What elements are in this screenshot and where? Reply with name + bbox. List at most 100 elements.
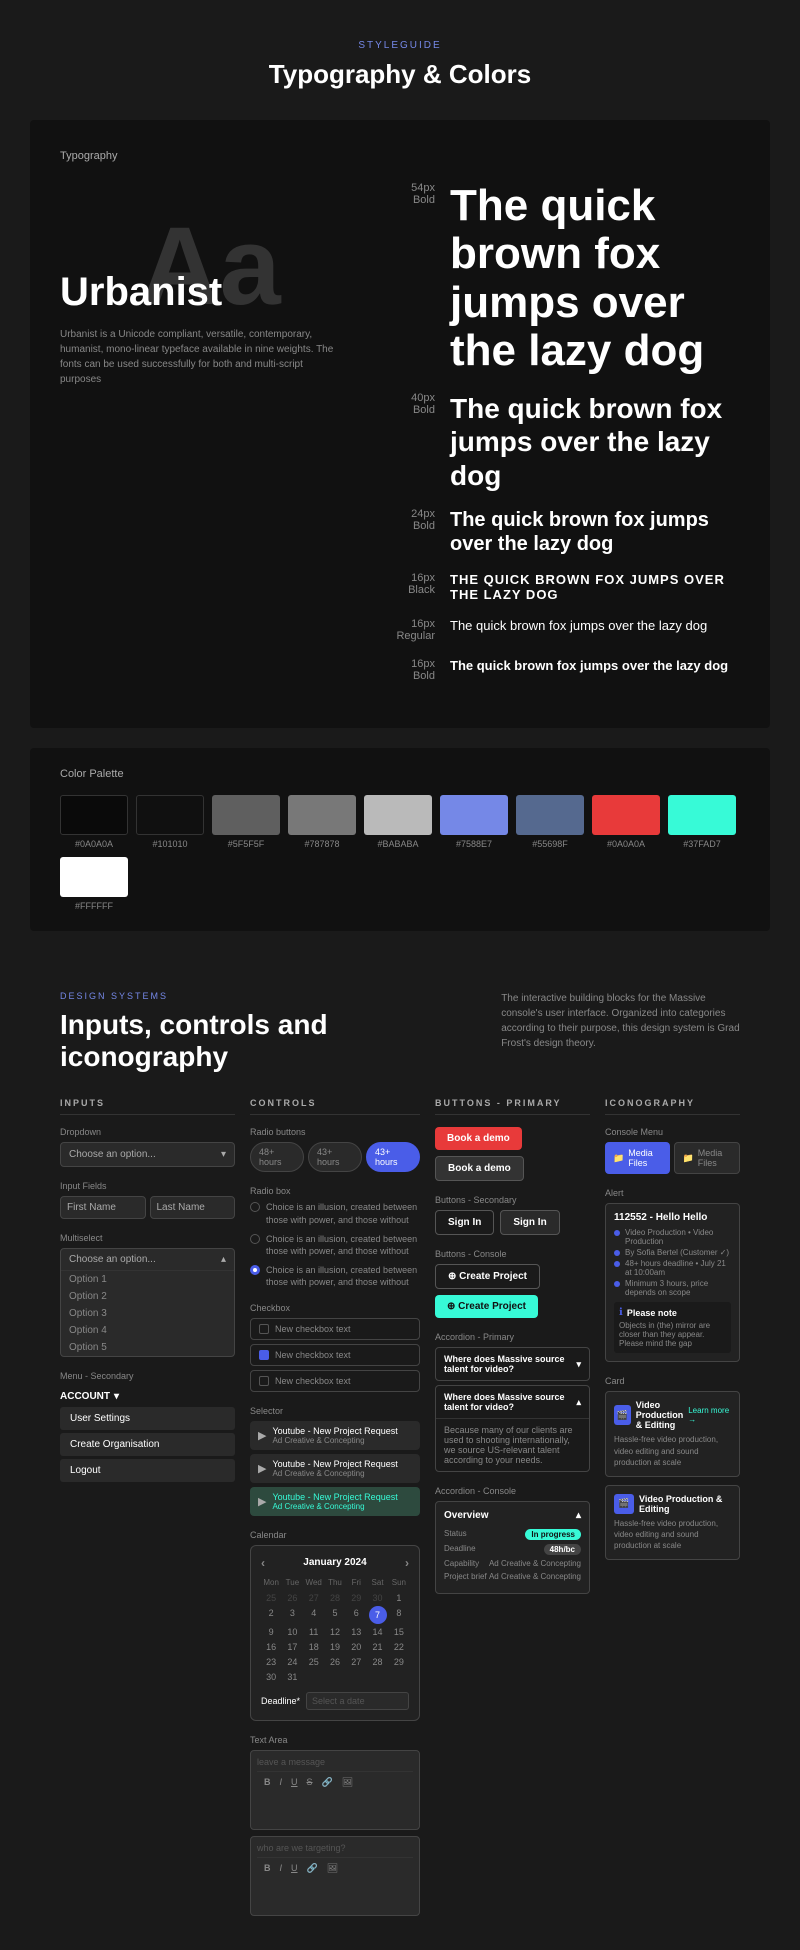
book-demo-button-2[interactable]: Book a demo	[435, 1156, 524, 1181]
alert-dot-3	[614, 1261, 620, 1267]
textarea-group: Text Area leave a message B I U S 🔗 🖼 wh…	[250, 1735, 420, 1916]
typography-section: Typography Aa Urbanist Urbanist is a Uni…	[30, 120, 770, 728]
last-name-input[interactable]: Last Name	[150, 1196, 236, 1219]
textarea-input-2[interactable]: who are we targeting? B I U 🔗 🖼	[250, 1836, 420, 1916]
underline-button-2[interactable]: U	[288, 1862, 301, 1875]
dropdown-group: Dropdown Choose an option... ▾	[60, 1127, 235, 1167]
selector-option-3-active[interactable]: ▶ Youtube - New Project Request Ad Creat…	[250, 1487, 420, 1516]
selector-option-2[interactable]: ▶ Youtube - New Project Request Ad Creat…	[250, 1454, 420, 1483]
accordion-console-header[interactable]: Overview ▴	[444, 1510, 581, 1521]
styleguide-label: STYLEGUIDE	[20, 40, 780, 51]
checkbox-option-3[interactable]: New checkbox text	[250, 1370, 420, 1392]
buttons-column: Buttons - Primary Book a demo Book a dem…	[435, 1098, 590, 1930]
chevron-up-icon: ▴	[576, 1510, 581, 1521]
typography-description: Urbanist is a Unicode compliant, versati…	[60, 327, 340, 387]
cal-next-button[interactable]: ›	[405, 1556, 409, 1570]
calendar-label: Calendar	[250, 1530, 420, 1540]
radio-option-1[interactable]: Choice is an illusion, created between t…	[250, 1201, 420, 1226]
card-label: Card	[605, 1376, 740, 1386]
checkbox-3[interactable]	[259, 1376, 269, 1386]
menu-item-user-settings[interactable]: User Settings	[60, 1407, 235, 1430]
list-item[interactable]: Option 5	[61, 1339, 234, 1356]
menu-secondary-group: Menu - Secondary ACCOUNT ▾ User Settings…	[60, 1371, 235, 1482]
card-learn-more-1[interactable]: Learn more →	[688, 1406, 731, 1424]
page-header: STYLEGUIDE Typography & Colors	[0, 0, 800, 120]
radio-pill-2[interactable]: 43+ hours	[308, 1142, 362, 1172]
swatch-3: #787878	[288, 795, 356, 849]
link-button-2[interactable]: 🔗	[304, 1862, 321, 1875]
chevron-down-icon: ▾	[576, 1359, 581, 1370]
create-project-button-2[interactable]: ⊕ Create Project	[435, 1295, 538, 1318]
swatch-6: #55698F	[516, 795, 584, 849]
input-fields-group: Input Fields First Name Last Name	[60, 1181, 235, 1219]
accordion-header-1[interactable]: Where does Massive source talent for vid…	[436, 1348, 589, 1380]
typography-left: Aa Urbanist Urbanist is a Unicode compli…	[60, 182, 340, 698]
strikethrough-button[interactable]: S	[304, 1776, 316, 1789]
console-buttons-label: Buttons - Console	[435, 1249, 590, 1259]
sign-in-button-2[interactable]: Sign In	[500, 1210, 559, 1235]
alert-title: 112552 - Hello Hello	[614, 1212, 731, 1223]
bold-button-2[interactable]: B	[261, 1862, 274, 1875]
selector-option-1[interactable]: ▶ Youtube - New Project Request Ad Creat…	[250, 1421, 420, 1450]
radio-button-2[interactable]	[250, 1234, 260, 1244]
list-item[interactable]: Option 1	[61, 1271, 234, 1288]
radio-option-2[interactable]: Choice is an illusion, created between t…	[250, 1233, 420, 1258]
color-swatches: #0A0A0A #101010 #5F5F5F #787878 #BABABA …	[60, 795, 740, 911]
list-item[interactable]: Option 2	[61, 1288, 234, 1305]
deadline-input[interactable]: Select a date	[306, 1692, 409, 1710]
checkbox-1[interactable]	[259, 1324, 269, 1334]
alert-box: 112552 - Hello Hello Video Production • …	[605, 1203, 740, 1362]
image-button-2[interactable]: 🖼	[324, 1862, 341, 1875]
alert-row-2: By Sofia Bertel (Customer ✓)	[614, 1248, 731, 1257]
table-row: Capability Ad Creative & Concepting	[444, 1559, 581, 1568]
folder-icon: 📁	[613, 1153, 624, 1164]
sign-in-button-1[interactable]: Sign In	[435, 1210, 494, 1235]
dropdown-input[interactable]: Choose an option... ▾	[60, 1142, 235, 1167]
card-title-2: Video Production & Editing	[639, 1494, 731, 1514]
checkbox-option-1[interactable]: New checkbox text	[250, 1318, 420, 1340]
first-name-input[interactable]: First Name	[60, 1196, 146, 1219]
cal-month-title: January 2024	[303, 1557, 366, 1568]
card-2: 🎬 Video Production & Editing Hassle-free…	[605, 1485, 740, 1561]
radio-pill-1[interactable]: 48+ hours	[250, 1142, 304, 1172]
checkbox-option-2[interactable]: New checkbox text	[250, 1344, 420, 1366]
menu-item-logout[interactable]: Logout	[60, 1459, 235, 1482]
accordion-header-2[interactable]: Where does Massive source talent for vid…	[436, 1386, 589, 1418]
list-item[interactable]: Option 3	[61, 1305, 234, 1322]
deadline-badge: 48h/bc	[544, 1544, 581, 1555]
italic-button[interactable]: I	[277, 1776, 286, 1789]
typography-right: 54px Bold The quick brown fox jumps over…	[360, 182, 740, 698]
accordion-console-box: Overview ▴ Status In progress Deadline 4…	[435, 1501, 590, 1594]
alert-group: Alert 112552 - Hello Hello Video Product…	[605, 1188, 740, 1362]
swatch-0: #0A0A0A	[60, 795, 128, 849]
radio-button-3[interactable]	[250, 1265, 260, 1275]
secondary-buttons-group: Buttons - Secondary Sign In Sign In	[435, 1195, 590, 1235]
underline-button[interactable]: U	[288, 1776, 301, 1789]
card-icon-1: 🎬	[614, 1405, 631, 1425]
color-palette-section: Color Palette #0A0A0A #101010 #5F5F5F #7…	[30, 748, 770, 931]
info-icon: ℹ	[619, 1307, 623, 1318]
radio-option-3[interactable]: Choice is an illusion, created between t…	[250, 1264, 420, 1289]
menu-item-create-org[interactable]: Create Organisation	[60, 1433, 235, 1456]
bold-button[interactable]: B	[261, 1776, 274, 1789]
textarea-input[interactable]: leave a message B I U S 🔗 🖼	[250, 1750, 420, 1830]
primary-buttons-group: Book a demo Book a demo	[435, 1127, 590, 1181]
list-item[interactable]: Option 4	[61, 1322, 234, 1339]
italic-button-2[interactable]: I	[277, 1862, 286, 1875]
radio-button-1[interactable]	[250, 1202, 260, 1212]
console-menu-label: Console Menu	[605, 1127, 740, 1137]
multiselect-box[interactable]: Choose an option... ▴ Option 1 Option 2 …	[60, 1248, 235, 1357]
calendar-today[interactable]: 7	[369, 1606, 387, 1624]
book-demo-button-1[interactable]: Book a demo	[435, 1127, 522, 1150]
chevron-down-icon: ▾	[221, 1149, 226, 1160]
image-button[interactable]: 🖼	[339, 1776, 356, 1789]
checkbox-2[interactable]	[259, 1350, 269, 1360]
alert-dot-4	[614, 1281, 620, 1287]
inputs-header: INPUTS	[60, 1098, 235, 1115]
cal-prev-button[interactable]: ‹	[261, 1556, 265, 1570]
radio-pill-3[interactable]: 43+ hours	[366, 1142, 420, 1172]
link-button[interactable]: 🔗	[319, 1776, 336, 1789]
create-project-button-1[interactable]: ⊕ Create Project	[435, 1264, 540, 1289]
alert-row-1: Video Production • Video Production	[614, 1228, 731, 1246]
deadline-label: Deadline*	[261, 1696, 300, 1706]
